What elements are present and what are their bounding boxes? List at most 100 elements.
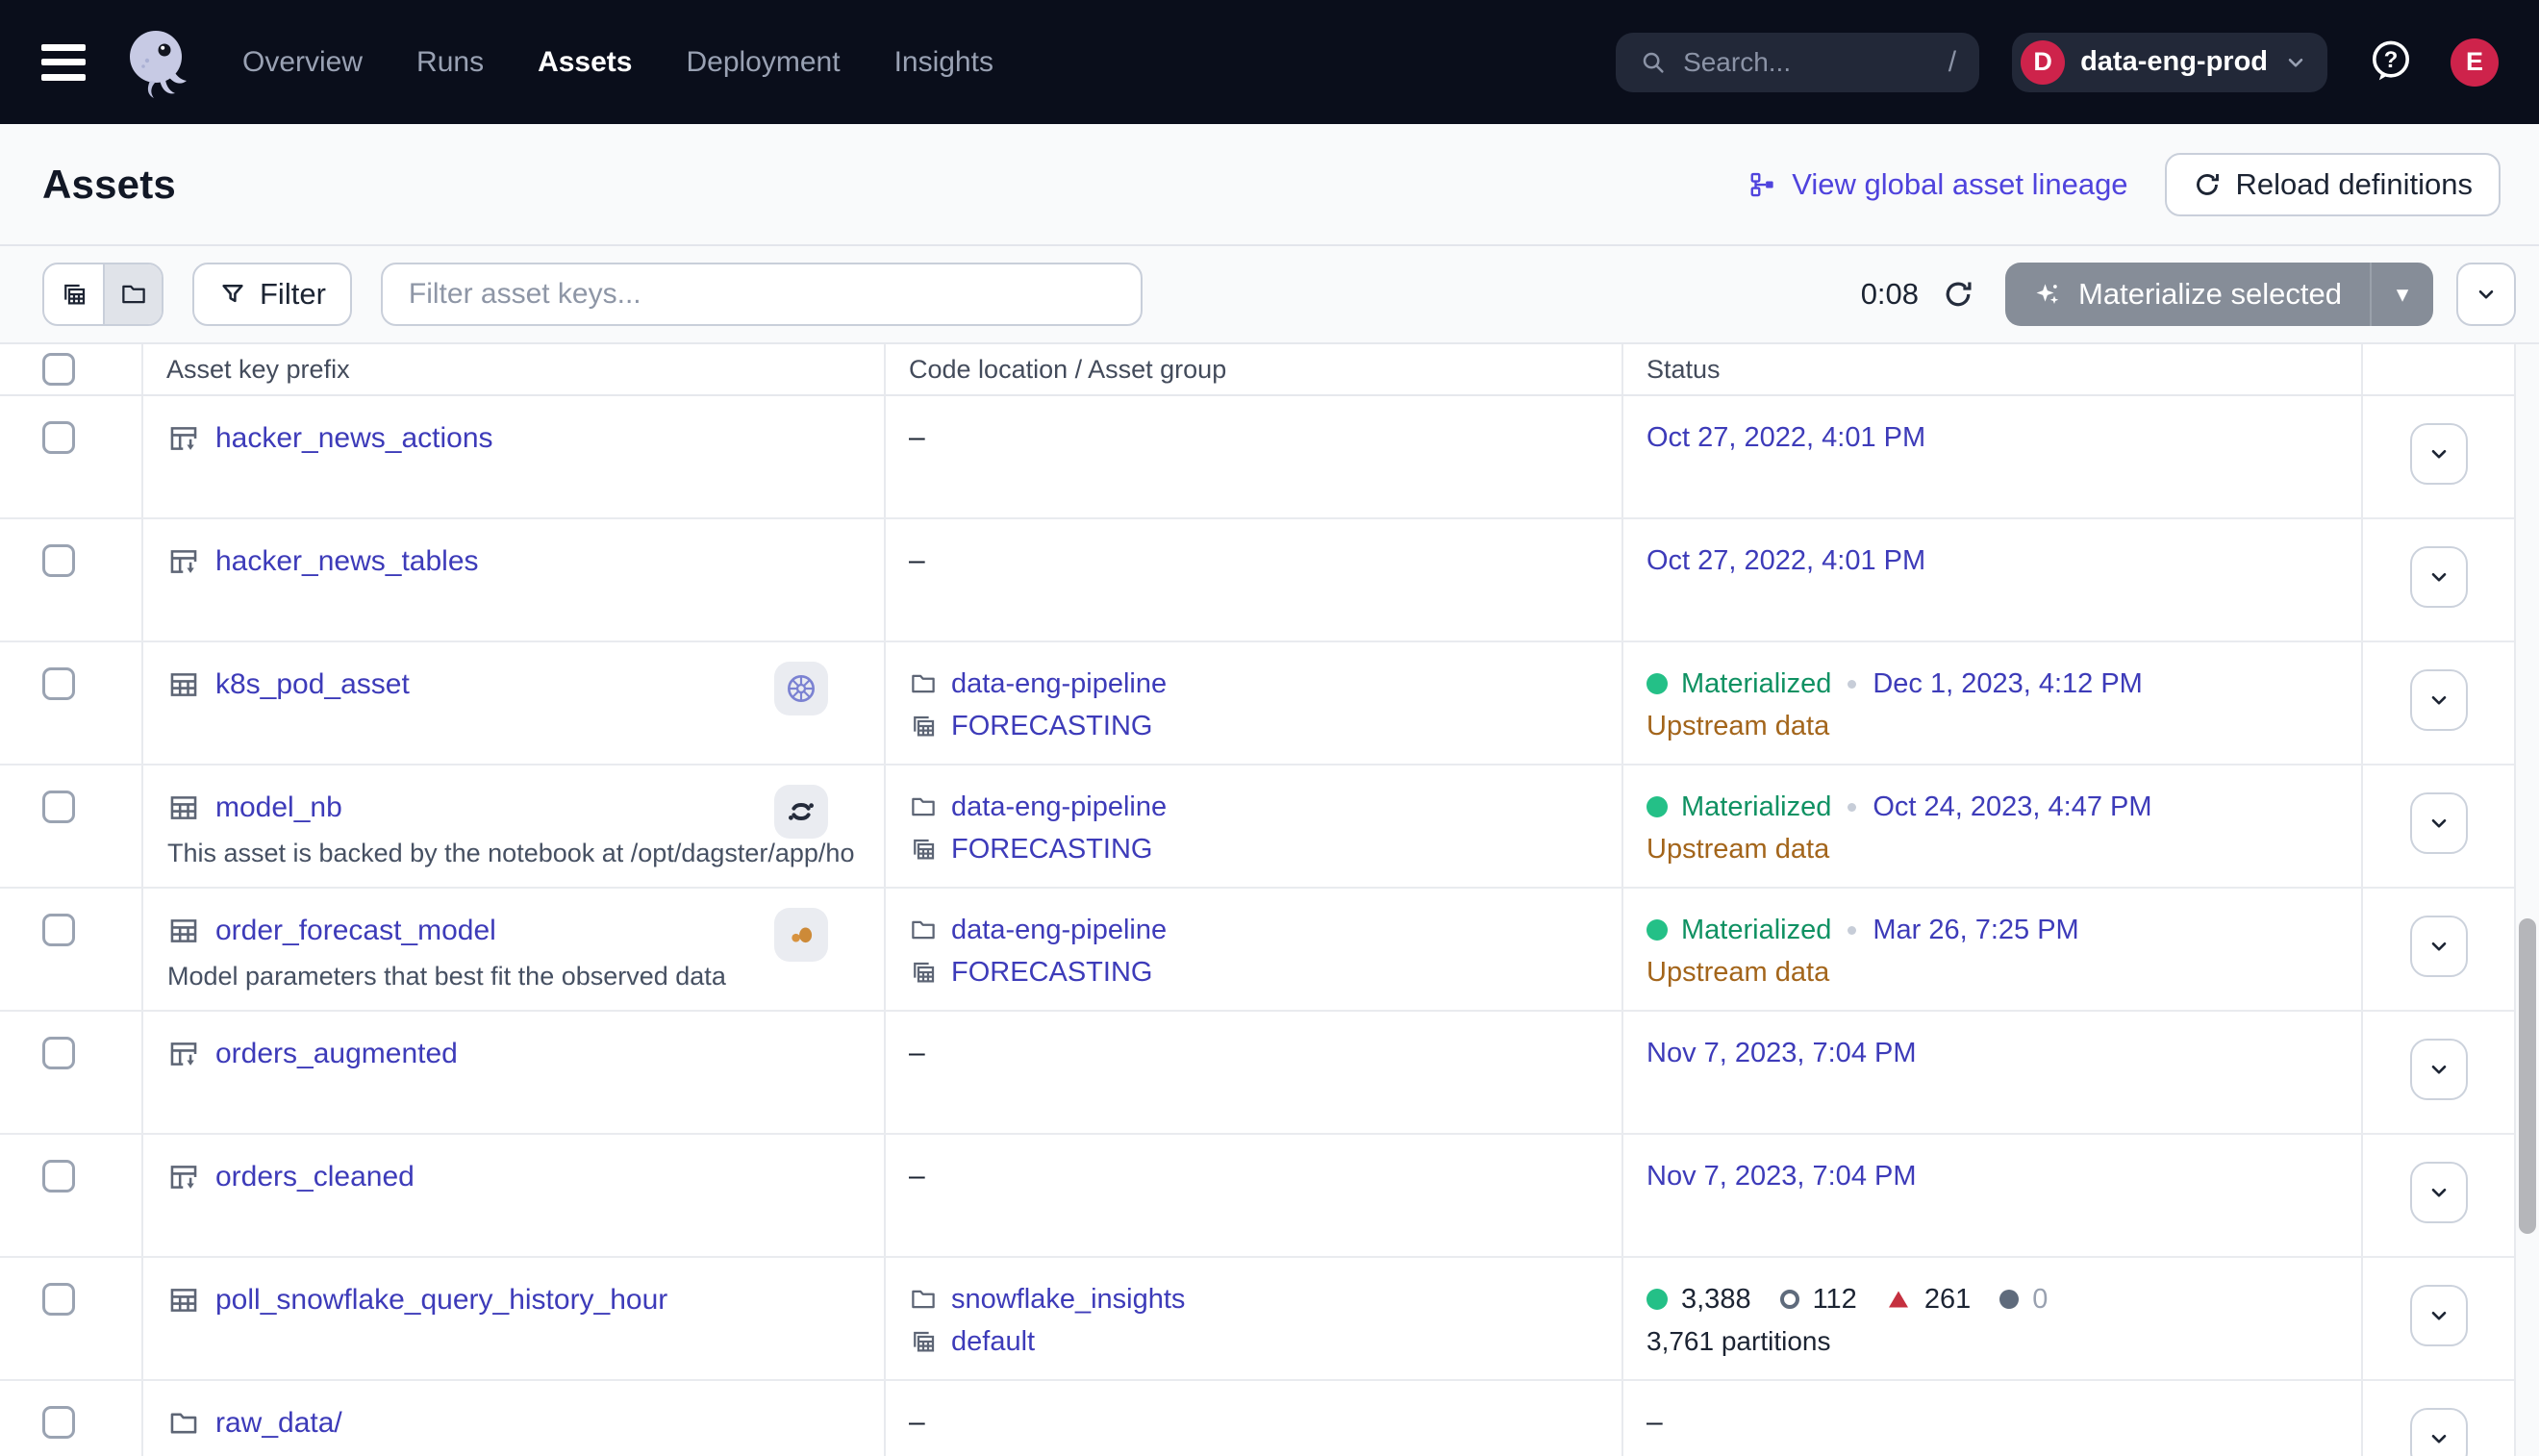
asset-key-link[interactable]: raw_data/ bbox=[215, 1407, 342, 1440]
reload-definitions-button[interactable]: Reload definitions bbox=[2165, 153, 2501, 216]
row-checkbox[interactable] bbox=[42, 1037, 75, 1069]
asset-key-link[interactable]: poll_snowflake_query_history_hour bbox=[215, 1284, 667, 1317]
materialization-date-link[interactable]: Nov 7, 2023, 7:04 PM bbox=[1647, 1038, 1917, 1069]
row-checkbox[interactable] bbox=[42, 667, 75, 700]
folder-icon bbox=[909, 669, 938, 698]
materialize-selected-button[interactable]: Materialize selected bbox=[2005, 263, 2370, 326]
reload-button-label: Reload definitions bbox=[2236, 167, 2473, 202]
flat-view-toggle-button[interactable] bbox=[44, 264, 103, 324]
directory-view-toggle-button[interactable] bbox=[103, 264, 162, 324]
view-global-asset-lineage-link[interactable]: View global asset lineage bbox=[1748, 167, 2127, 202]
materialization-date-link[interactable]: Dec 1, 2023, 4:12 PM bbox=[1873, 668, 2143, 700]
row-expand-button[interactable] bbox=[2410, 916, 2468, 977]
row-expand-button[interactable] bbox=[2410, 423, 2468, 485]
asset-key-link[interactable]: hacker_news_tables bbox=[215, 545, 479, 578]
folder-icon bbox=[167, 1407, 200, 1440]
filter-button[interactable]: Filter bbox=[192, 263, 352, 326]
page-header: Assets View global asset lineage Reload … bbox=[0, 124, 2539, 246]
materialization-date-link[interactable]: Oct 24, 2023, 4:47 PM bbox=[1873, 791, 2151, 823]
menu-button[interactable] bbox=[38, 42, 88, 83]
row-checkbox[interactable] bbox=[42, 1406, 75, 1439]
asset-group-link[interactable]: default bbox=[951, 1326, 1035, 1358]
asset-key-link[interactable]: order_forecast_model bbox=[215, 915, 496, 947]
table-row: orders_augmented – Nov 7, 2023, 7:04 PM bbox=[0, 1012, 2514, 1135]
asset-prefix-table-icon bbox=[167, 422, 200, 455]
compute-kind-badge bbox=[774, 908, 828, 962]
asset-group-link[interactable]: FORECASTING bbox=[951, 957, 1152, 989]
row-expand-button[interactable] bbox=[2410, 1408, 2468, 1456]
notebook-icon bbox=[783, 793, 819, 830]
folder-icon bbox=[909, 1285, 938, 1314]
global-search[interactable]: / bbox=[1616, 33, 1979, 92]
row-expand-button[interactable] bbox=[2410, 1285, 2468, 1346]
materialized-status-label: Materialized bbox=[1681, 791, 1831, 823]
filter-asset-keys-input[interactable] bbox=[381, 263, 1143, 326]
materialized-status-dot bbox=[1647, 919, 1668, 941]
separator-dot bbox=[1848, 803, 1856, 812]
dagster-logo-icon[interactable] bbox=[117, 22, 194, 103]
asset-key-link[interactable]: hacker_news_actions bbox=[215, 422, 493, 455]
row-expand-button[interactable] bbox=[2410, 546, 2468, 608]
materialization-date-link[interactable]: Oct 27, 2022, 4:01 PM bbox=[1647, 545, 1925, 577]
top-nav: Overview Runs Assets Deployment Insights… bbox=[0, 0, 2539, 124]
materialized-partitions-count: 3,388 bbox=[1681, 1284, 1751, 1316]
materialized-status-dot bbox=[1647, 673, 1668, 694]
materialization-date-link[interactable]: Oct 27, 2022, 4:01 PM bbox=[1647, 422, 1925, 454]
row-expand-button[interactable] bbox=[2410, 669, 2468, 731]
select-all-checkbox[interactable] bbox=[42, 353, 75, 386]
nav-item-insights[interactable]: Insights bbox=[894, 46, 993, 79]
user-avatar[interactable]: E bbox=[2451, 38, 2499, 87]
vertical-scrollbar-thumb[interactable] bbox=[2519, 918, 2536, 1234]
row-expand-button[interactable] bbox=[2410, 1162, 2468, 1223]
folder-view-icon bbox=[119, 280, 148, 309]
refresh-button[interactable] bbox=[1942, 278, 1974, 311]
asset-group-link[interactable]: FORECASTING bbox=[951, 834, 1152, 866]
column-header-asset-key-prefix: Asset key prefix bbox=[141, 344, 884, 394]
table-row: raw_data/ – – bbox=[0, 1381, 2514, 1456]
row-checkbox[interactable] bbox=[42, 914, 75, 946]
nav-item-runs[interactable]: Runs bbox=[416, 46, 484, 79]
materialized-status-dot bbox=[1647, 796, 1668, 817]
asset-description: Model parameters that best fit the obser… bbox=[167, 962, 856, 992]
chevron-down-icon bbox=[2474, 282, 2499, 307]
asset-group-link[interactable]: FORECASTING bbox=[951, 711, 1152, 742]
code-location-link[interactable]: data-eng-pipeline bbox=[951, 668, 1167, 700]
asset-table-icon bbox=[167, 1284, 200, 1317]
nav-item-assets[interactable]: Assets bbox=[538, 46, 632, 79]
deployment-switcher[interactable]: D data-eng-prod bbox=[2012, 33, 2327, 92]
toolbar-collapse-button[interactable] bbox=[2456, 263, 2516, 326]
chevron-down-icon bbox=[2426, 811, 2451, 836]
caret-down-icon: ▾ bbox=[2397, 280, 2409, 309]
materialization-date-link[interactable]: Nov 7, 2023, 7:04 PM bbox=[1647, 1161, 1917, 1192]
location-empty-dash: – bbox=[909, 1160, 925, 1192]
materialization-date-link[interactable]: Mar 26, 7:25 PM bbox=[1873, 915, 2078, 946]
nav-item-overview[interactable]: Overview bbox=[242, 46, 363, 79]
code-location-link[interactable]: data-eng-pipeline bbox=[951, 791, 1167, 823]
code-location-link[interactable]: data-eng-pipeline bbox=[951, 915, 1167, 946]
row-checkbox[interactable] bbox=[42, 1283, 75, 1316]
search-input[interactable] bbox=[1683, 47, 1933, 78]
asset-key-link[interactable]: orders_cleaned bbox=[215, 1161, 415, 1193]
table-row: poll_snowflake_query_history_hour snowfl… bbox=[0, 1258, 2514, 1381]
separator-dot bbox=[1848, 926, 1856, 935]
row-checkbox[interactable] bbox=[42, 544, 75, 577]
assets-toolbar: Filter 0:08 Materialize selected ▾ bbox=[0, 246, 2539, 344]
row-checkbox[interactable] bbox=[42, 1160, 75, 1192]
row-expand-button[interactable] bbox=[2410, 1039, 2468, 1100]
funnel-icon bbox=[218, 280, 247, 309]
chevron-down-icon bbox=[2426, 1180, 2451, 1205]
sparkle-icon bbox=[2033, 280, 2062, 309]
asset-key-link[interactable]: model_nb bbox=[215, 791, 342, 824]
chevron-down-icon bbox=[2426, 1303, 2451, 1328]
materialize-options-caret[interactable]: ▾ bbox=[2372, 263, 2433, 326]
row-checkbox[interactable] bbox=[42, 421, 75, 454]
help-button[interactable]: ? bbox=[2368, 38, 2414, 87]
refresh-countdown: 0:08 bbox=[1861, 277, 1919, 312]
row-checkbox[interactable] bbox=[42, 791, 75, 823]
row-expand-button[interactable] bbox=[2410, 792, 2468, 854]
code-location-link[interactable]: snowflake_insights bbox=[951, 1284, 1185, 1316]
asset-key-link[interactable]: k8s_pod_asset bbox=[215, 668, 410, 701]
asset-key-link[interactable]: orders_augmented bbox=[215, 1038, 458, 1070]
location-empty-dash: – bbox=[909, 421, 925, 454]
nav-item-deployment[interactable]: Deployment bbox=[686, 46, 840, 79]
